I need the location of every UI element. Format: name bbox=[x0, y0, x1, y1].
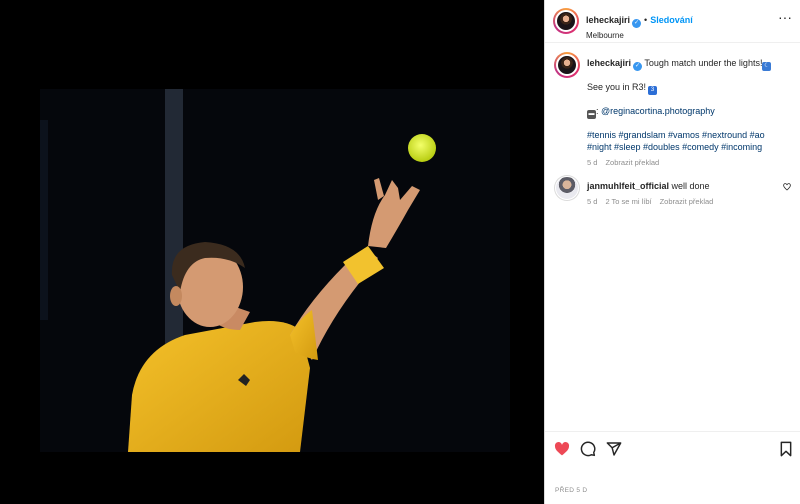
post-location[interactable]: Melbourne bbox=[586, 31, 693, 40]
share-icon[interactable] bbox=[606, 441, 622, 457]
caption-username[interactable]: leheckajiri bbox=[587, 58, 631, 68]
heart-icon[interactable] bbox=[554, 441, 570, 457]
post-actions: PŘED 5 D bbox=[545, 431, 800, 504]
commenter-avatar[interactable] bbox=[554, 175, 580, 201]
caption-body: leheckajiri ✓ Tough match under the light… bbox=[587, 57, 792, 169]
comment-username[interactable]: janmuhlfeit_official bbox=[587, 181, 669, 191]
caption-line-2: See you in R3! 3 bbox=[587, 81, 792, 95]
comment-text: well done bbox=[671, 181, 710, 191]
follow-button[interactable]: Sledování bbox=[650, 15, 693, 25]
comment-age[interactable]: 5 d bbox=[587, 197, 597, 206]
moon-emoji-icon: ☾ bbox=[762, 62, 772, 71]
tennis-ball bbox=[408, 134, 436, 162]
author-avatar[interactable] bbox=[553, 8, 579, 34]
comment-meta: 5 d 2 To se mi líbí Zobrazit překlad bbox=[587, 196, 778, 208]
clapper-emoji-icon: ▬ bbox=[587, 110, 596, 119]
verified-badge-icon: ✓ bbox=[633, 62, 643, 71]
caption-translate-link[interactable]: Zobrazit překlad bbox=[605, 158, 659, 167]
post-media[interactable] bbox=[0, 0, 544, 504]
post-timestamp[interactable]: PŘED 5 D bbox=[555, 487, 587, 494]
comment-translate-link[interactable]: Zobrazit překlad bbox=[660, 197, 714, 206]
hashtags-line-1[interactable]: #tennis #grandslam #vamos #nextround #ao bbox=[587, 129, 792, 141]
comment-like-icon[interactable] bbox=[783, 183, 791, 191]
caption-line-2-text: See you in R3! bbox=[587, 82, 647, 92]
comments-list: leheckajiri ✓ Tough match under the light… bbox=[545, 43, 800, 431]
tennis-player-photo bbox=[40, 89, 510, 452]
comment-body: janmuhlfeit_official well done 5 d 2 To s… bbox=[587, 180, 778, 208]
photo-credit: ▬: @reginacortina.photography bbox=[587, 105, 792, 119]
credit-prefix: : bbox=[596, 106, 599, 116]
author-username[interactable]: leheckajiri bbox=[586, 15, 630, 25]
comment-item: janmuhlfeit_official well done 5 d 2 To s… bbox=[554, 175, 792, 215]
comment-likes[interactable]: 2 To se mi líbí bbox=[605, 197, 651, 206]
post-header: leheckajiri ✓ • Sledování Melbourne ··· bbox=[545, 0, 800, 43]
separator-dot: • bbox=[644, 15, 648, 25]
verified-badge-icon: ✓ bbox=[632, 19, 642, 28]
comment-icon[interactable] bbox=[580, 441, 596, 457]
three-emoji-icon: 3 bbox=[648, 86, 658, 95]
caption-age[interactable]: 5 d bbox=[587, 158, 597, 167]
bookmark-icon[interactable] bbox=[779, 441, 793, 457]
caption: leheckajiri ✓ Tough match under the light… bbox=[554, 52, 792, 167]
author-info: leheckajiri ✓ • Sledování Melbourne bbox=[586, 10, 693, 40]
caption-line-1: Tough match under the lights! bbox=[644, 58, 763, 68]
hashtags[interactable]: #tennis #grandslam #vamos #nextround #ao… bbox=[587, 129, 792, 153]
post-sidebar: leheckajiri ✓ • Sledování Melbourne ··· leh… bbox=[544, 0, 800, 504]
caption-avatar[interactable] bbox=[554, 52, 580, 78]
credit-handle-link[interactable]: @reginacortina.photography bbox=[601, 106, 715, 116]
caption-meta: 5 d Zobrazit překlad bbox=[587, 157, 792, 169]
more-options-icon[interactable]: ··· bbox=[778, 10, 792, 24]
hashtags-line-2[interactable]: #night #sleep #doubles #comedy #incoming bbox=[587, 141, 792, 153]
